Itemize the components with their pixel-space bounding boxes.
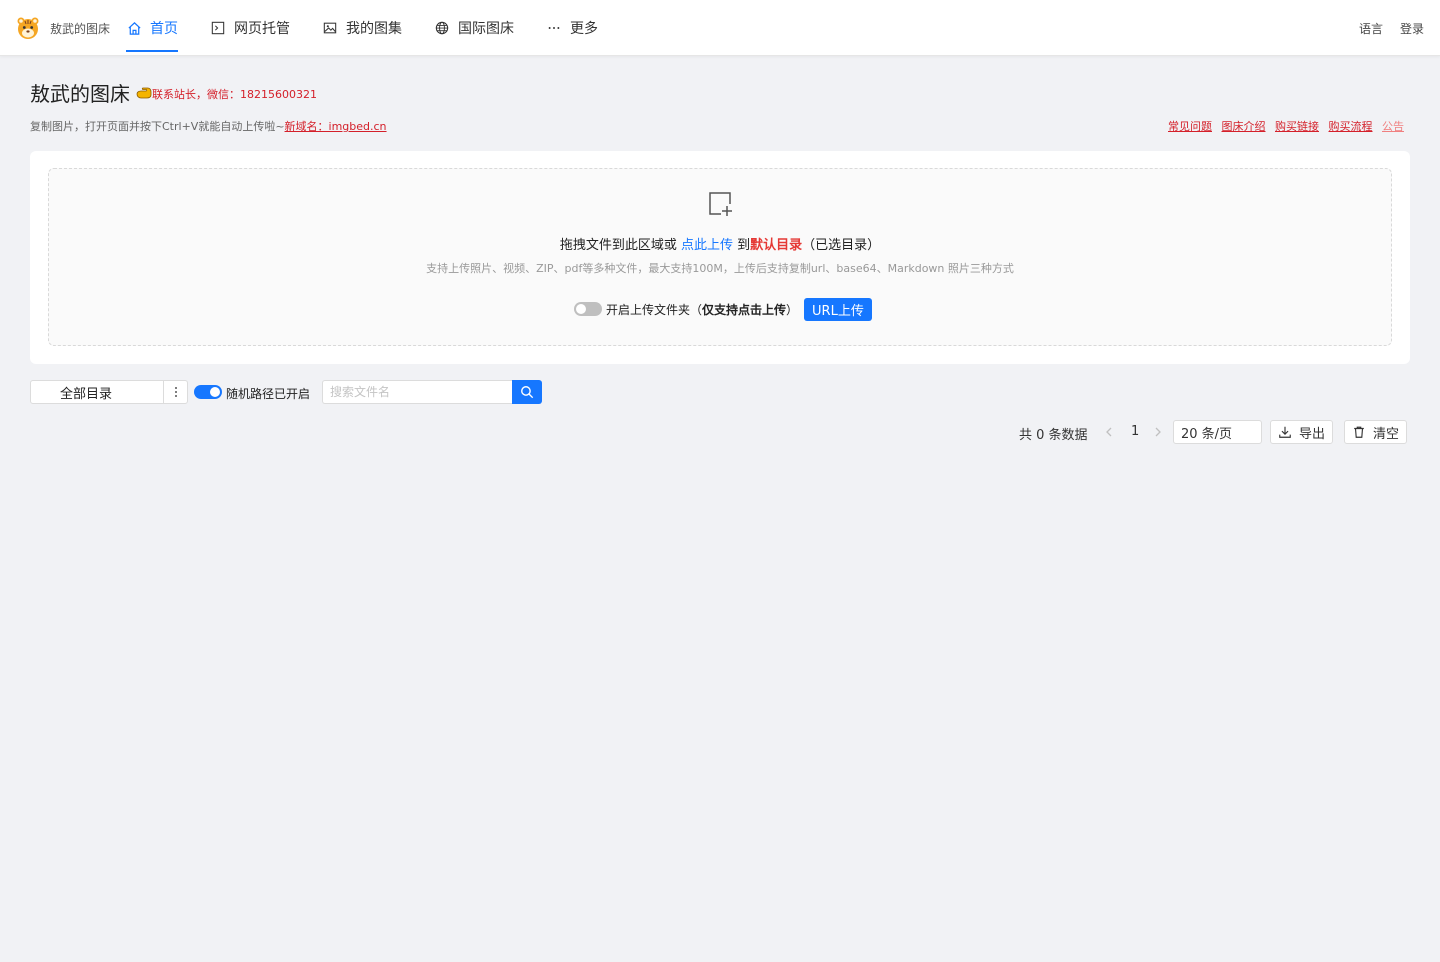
export-button[interactable]: 导出 xyxy=(1270,420,1334,444)
nav-my-albums-label: 我的图集 xyxy=(346,21,402,37)
nav-international[interactable]: 国际图床 xyxy=(434,0,514,56)
page-size-select[interactable]: 20 条/页 xyxy=(1173,420,1262,444)
random-path-label: 随机路径已开启 xyxy=(226,387,311,401)
url-upload-button[interactable]: URL上传 xyxy=(804,297,872,321)
nav-web-hosting[interactable]: 网页托管 xyxy=(210,0,290,56)
chevron-left-icon xyxy=(1106,427,1112,437)
announcement-link[interactable]: 公告 xyxy=(1382,120,1404,133)
intro-link[interactable]: 图床介绍 xyxy=(1222,120,1266,133)
vertical-ellipsis-icon xyxy=(174,387,177,397)
folder-label-suffix: ） xyxy=(786,302,799,317)
directory-more-button[interactable] xyxy=(163,380,188,404)
contact-info: 联系站长，微信：18215600321 xyxy=(152,88,317,101)
purchase-link[interactable]: 购买链接 xyxy=(1275,120,1319,133)
purchase-process-link[interactable]: 购买流程 xyxy=(1329,120,1373,133)
top-navbar: 敖武的图床 首页 网页托管 我的图集 国际图床 更多 语言 登录 xyxy=(0,0,1440,56)
nav-more[interactable]: 更多 xyxy=(546,0,598,56)
nav-more-label: 更多 xyxy=(570,21,598,37)
upload-dropzone[interactable]: 拖拽文件到此区域或 点此上传 到默认目录（已选目录） 支持上传照片、视频、ZIP… xyxy=(48,168,1392,346)
home-icon xyxy=(126,20,142,36)
selected-dir-note: （已选目录） xyxy=(802,238,881,253)
folder-upload-row: 开启上传文件夹（仅支持点击上传） URL上传 xyxy=(574,297,872,321)
clear-button[interactable]: 清空 xyxy=(1344,420,1408,444)
drop-text: 拖拽文件到此区域或 xyxy=(559,238,677,253)
next-page-button[interactable] xyxy=(1153,422,1167,442)
terminal-icon xyxy=(210,20,226,36)
current-page[interactable]: 1 xyxy=(1131,424,1139,439)
directory-select[interactable]: 全部目录 xyxy=(30,380,164,404)
target-directory: 默认目录 xyxy=(750,238,803,253)
total-count: 共 0 条数据 xyxy=(1019,428,1088,443)
faq-link[interactable]: 常见问题 xyxy=(1168,120,1212,133)
prev-page-button[interactable] xyxy=(1104,422,1118,442)
new-domain-link[interactable]: 新域名：imgbed.cn xyxy=(285,120,387,133)
language-switch[interactable]: 语言 xyxy=(1359,20,1383,37)
nav-home-label: 首页 xyxy=(150,21,178,37)
clear-label: 清空 xyxy=(1373,426,1400,442)
upload-card: 拖拽文件到此区域或 点此上传 到默认目录（已选目录） 支持上传照片、视频、ZIP… xyxy=(30,151,1410,364)
brand-name[interactable]: 敖武的图床 xyxy=(50,20,110,37)
login-link[interactable]: 登录 xyxy=(1400,20,1424,37)
upload-support-hint: 支持上传照片、视频、ZIP、pdf等多种文件，最大支持100M，上传后支持复制u… xyxy=(426,262,1014,275)
folder-label-bold: 仅支持点击上传 xyxy=(702,302,787,317)
click-upload-link[interactable]: 点此上传 xyxy=(681,238,733,253)
trash-icon xyxy=(1352,425,1366,439)
tiger-logo-icon[interactable] xyxy=(16,16,40,40)
nav-international-label: 国际图床 xyxy=(458,21,514,37)
search-icon xyxy=(521,386,534,399)
paste-hint-text: 复制图片，打开页面并按下Ctrl+V就能自动上传啦~ xyxy=(30,120,285,133)
pointing-hand-icon xyxy=(136,87,152,99)
nav-web-hosting-label: 网页托管 xyxy=(234,21,290,37)
chevron-right-icon xyxy=(1155,427,1161,437)
header-links: 常见问题 图床介绍 购买链接 购买流程 公告 xyxy=(1162,118,1404,134)
nav-my-albums[interactable]: 我的图集 xyxy=(322,0,402,56)
folder-upload-label: 开启上传文件夹（仅支持点击上传） xyxy=(606,301,798,318)
search-button[interactable] xyxy=(512,380,542,404)
ellipsis-icon xyxy=(546,20,562,36)
folder-upload-toggle[interactable] xyxy=(574,302,602,316)
page-title: 敖武的图床 xyxy=(30,82,130,106)
paste-hint: 复制图片，打开页面并按下Ctrl+V就能自动上传啦~新域名：imgbed.cn xyxy=(30,118,387,134)
export-label: 导出 xyxy=(1299,426,1326,442)
to-text: 到 xyxy=(737,238,751,253)
globe-icon xyxy=(434,20,450,36)
add-file-icon xyxy=(709,192,732,216)
drop-instruction: 拖拽文件到此区域或 点此上传 到默认目录（已选目录） xyxy=(49,234,1391,253)
random-path-toggle[interactable] xyxy=(194,385,222,399)
image-icon xyxy=(322,20,338,36)
folder-label-prefix: 开启上传文件夹（ xyxy=(606,302,703,317)
download-icon xyxy=(1278,425,1292,439)
nav-home[interactable]: 首页 xyxy=(126,0,178,56)
search-filename-input[interactable] xyxy=(322,380,513,404)
